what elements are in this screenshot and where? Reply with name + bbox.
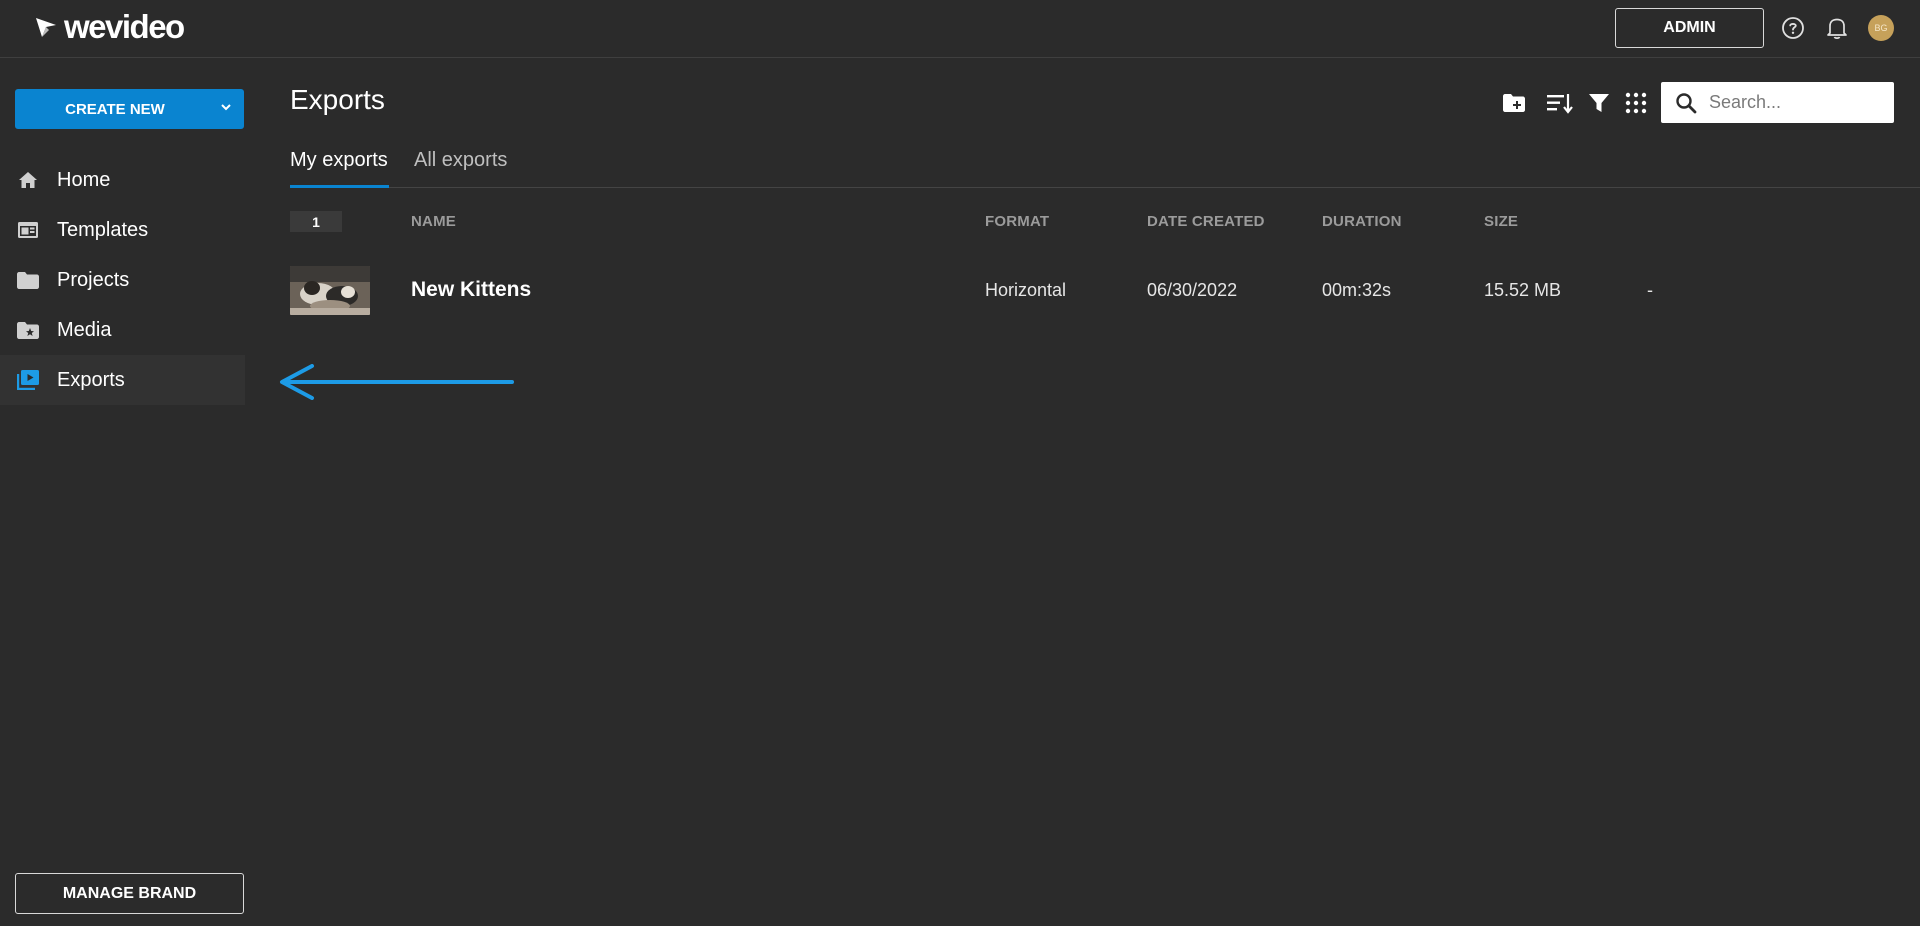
sidebar: CREATE NEW Home Templates Projects Media… <box>0 58 245 926</box>
column-header-format[interactable]: FORMAT <box>985 213 1049 230</box>
sidebar-item-projects[interactable]: Projects <box>0 255 245 305</box>
wevideo-logo[interactable]: wevideo <box>34 8 185 45</box>
export-name[interactable]: New Kittens <box>411 278 531 302</box>
sidebar-item-label: Exports <box>57 368 125 391</box>
search-input[interactable] <box>1707 90 1887 114</box>
search-box <box>1661 82 1894 123</box>
sidebar-item-label: Home <box>57 168 111 191</box>
create-new-label: CREATE NEW <box>65 100 165 118</box>
user-avatar[interactable]: BG <box>1868 15 1894 41</box>
new-folder-icon[interactable] <box>1500 90 1528 116</box>
video-thumbnail[interactable] <box>290 266 370 315</box>
tab-all-exports[interactable]: All exports <box>414 148 507 188</box>
column-header-name[interactable]: NAME <box>411 213 456 230</box>
manage-brand-button[interactable]: MANAGE BRAND <box>15 873 244 914</box>
sidebar-item-templates[interactable]: Templates <box>0 205 245 255</box>
sort-icon[interactable] <box>1546 90 1574 116</box>
export-duration: 00m:32s <box>1322 280 1392 300</box>
column-header-duration[interactable]: DURATION <box>1322 213 1402 230</box>
sidebar-item-label: Templates <box>57 218 149 241</box>
folder-icon <box>17 270 39 290</box>
column-header-size[interactable]: SIZE <box>1484 213 1518 230</box>
tabs: My exports All exports <box>290 148 1920 188</box>
top-bar: wevideo ADMIN BG <box>0 0 1920 58</box>
column-header-date-created[interactable]: DATE CREATED <box>1147 213 1265 230</box>
sidebar-item-media[interactable]: Media <box>0 305 245 355</box>
search-icon <box>1676 93 1697 114</box>
logo-mark-icon <box>36 18 56 37</box>
export-format: Horizontal <box>985 280 1067 300</box>
sidebar-nav: Home Templates Projects Media Exports <box>0 155 245 405</box>
logo-text: wevideo <box>64 8 185 45</box>
media-folder-icon <box>17 320 39 340</box>
page-title: Exports <box>290 84 385 115</box>
sidebar-item-exports[interactable]: Exports <box>0 355 245 405</box>
annotation-arrow-icon <box>280 364 514 400</box>
filter-icon[interactable] <box>1585 90 1613 116</box>
home-icon <box>17 170 39 190</box>
export-date-created: 06/30/2022 <box>1147 280 1238 300</box>
admin-button[interactable]: ADMIN <box>1615 8 1764 48</box>
grid-view-icon[interactable] <box>1622 90 1650 116</box>
sidebar-item-label: Media <box>57 318 112 341</box>
notification-bell-icon[interactable] <box>1823 14 1851 42</box>
exports-icon <box>17 370 39 390</box>
create-new-button[interactable]: CREATE NEW <box>15 89 244 129</box>
sidebar-item-label: Projects <box>57 268 130 291</box>
chevron-down-icon[interactable] <box>220 101 232 113</box>
export-extra: - <box>1647 280 1653 300</box>
tab-my-exports[interactable]: My exports <box>290 148 389 188</box>
templates-icon <box>17 220 39 240</box>
sidebar-item-home[interactable]: Home <box>0 155 245 205</box>
export-size: 15.52 MB <box>1484 280 1562 300</box>
item-count-badge: 1 <box>290 211 342 232</box>
help-icon[interactable] <box>1779 14 1807 42</box>
